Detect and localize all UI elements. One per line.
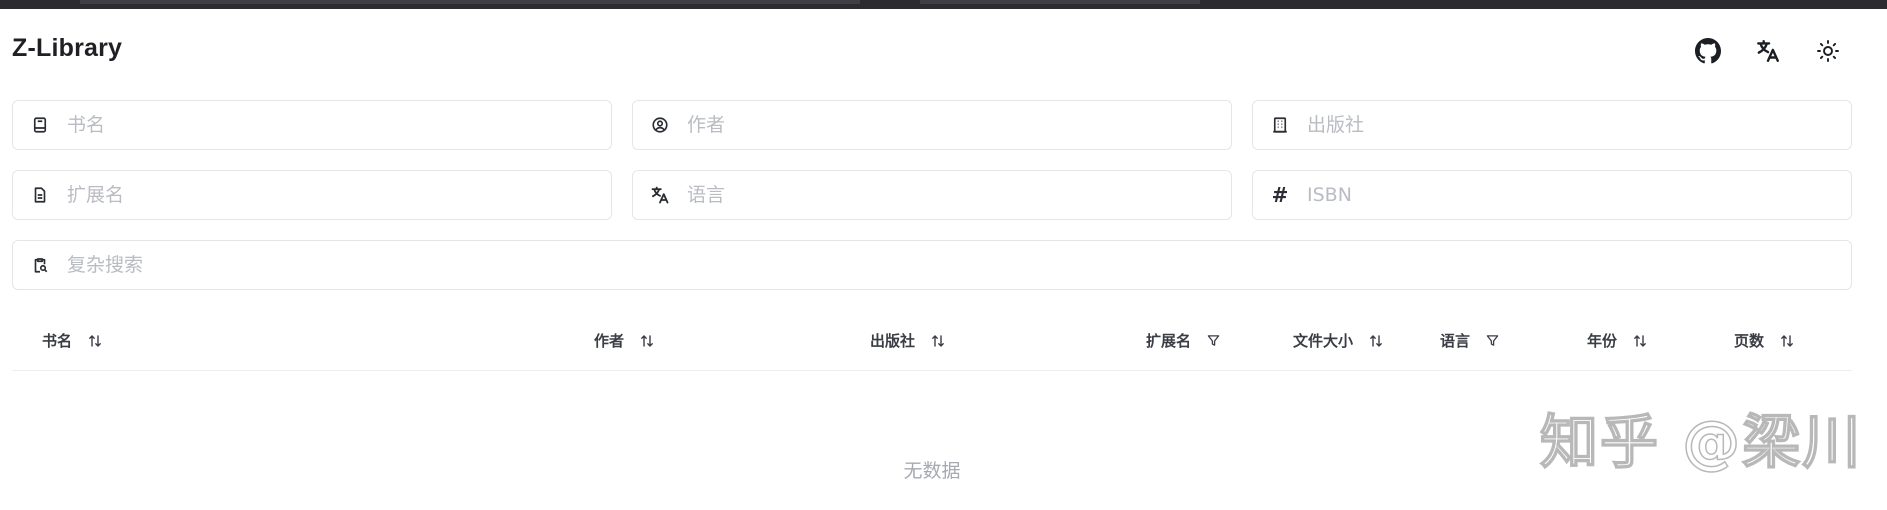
- top-strip-segment: [80, 0, 860, 4]
- publisher-field[interactable]: [1252, 100, 1852, 150]
- book-title-input[interactable]: [65, 104, 611, 146]
- book-title-field[interactable]: [12, 100, 612, 150]
- filter-icon[interactable]: [1486, 334, 1499, 347]
- isbn-field[interactable]: #: [1252, 170, 1852, 220]
- sort-icon[interactable]: [931, 334, 945, 348]
- author-field[interactable]: [632, 100, 1232, 150]
- hash-icon: #: [1271, 183, 1289, 207]
- translate-icon: [649, 184, 671, 206]
- building-icon: [1269, 114, 1291, 136]
- browser-top-strip: [0, 0, 1887, 9]
- column-label: 出版社: [870, 332, 916, 350]
- sort-icon[interactable]: [1780, 334, 1794, 348]
- extension-field[interactable]: [12, 170, 612, 220]
- column-label: 语言: [1440, 332, 1471, 350]
- file-icon: [29, 184, 51, 206]
- column-label: 作者: [594, 332, 625, 350]
- theme-toggle-button[interactable]: [1810, 33, 1846, 69]
- results-table-header: 书名 作者 出版社 扩展名 文件大小 语言 年份 页数: [12, 310, 1852, 371]
- column-header-language: 语言: [1440, 330, 1499, 351]
- complex-search-field[interactable]: [12, 240, 1852, 290]
- sort-icon[interactable]: [640, 334, 654, 348]
- column-header-year: 年份: [1587, 330, 1647, 351]
- column-header-publisher: 出版社: [870, 330, 945, 351]
- extension-input[interactable]: [65, 174, 611, 216]
- filter-icon[interactable]: [1207, 334, 1220, 347]
- publisher-input[interactable]: [1305, 104, 1851, 146]
- language-input[interactable]: [685, 174, 1231, 216]
- column-header-author: 作者: [594, 330, 654, 351]
- clipboard-search-icon: [29, 254, 51, 276]
- app-title: Z-Library: [12, 34, 123, 62]
- language-field[interactable]: [632, 170, 1232, 220]
- column-label: 页数: [1734, 332, 1765, 350]
- column-header-extension: 扩展名: [1146, 330, 1220, 351]
- user-circle-icon: [649, 114, 671, 136]
- top-strip-segment: [920, 0, 1200, 4]
- github-icon: [1695, 38, 1721, 64]
- isbn-input[interactable]: [1305, 174, 1851, 216]
- column-header-title: 书名: [42, 330, 102, 351]
- column-header-file-size: 文件大小: [1293, 330, 1383, 351]
- translate-icon: [1757, 40, 1779, 62]
- sort-icon[interactable]: [1369, 334, 1383, 348]
- author-input[interactable]: [685, 104, 1231, 146]
- watermark-text: 知乎 @梁川: [1539, 407, 1863, 477]
- column-header-pages: 页数: [1734, 330, 1794, 351]
- book-icon: [29, 114, 51, 136]
- complex-search-input[interactable]: [65, 244, 1851, 286]
- column-label: 书名: [42, 332, 73, 350]
- language-button[interactable]: [1750, 33, 1786, 69]
- column-label: 年份: [1587, 332, 1618, 350]
- sort-icon[interactable]: [88, 334, 102, 348]
- sun-icon: [1817, 40, 1839, 62]
- column-label: 扩展名: [1146, 332, 1192, 350]
- github-button[interactable]: [1690, 33, 1726, 69]
- sort-icon[interactable]: [1633, 334, 1647, 348]
- app-header: Z-Library: [0, 9, 1887, 93]
- column-label: 文件大小: [1293, 332, 1354, 350]
